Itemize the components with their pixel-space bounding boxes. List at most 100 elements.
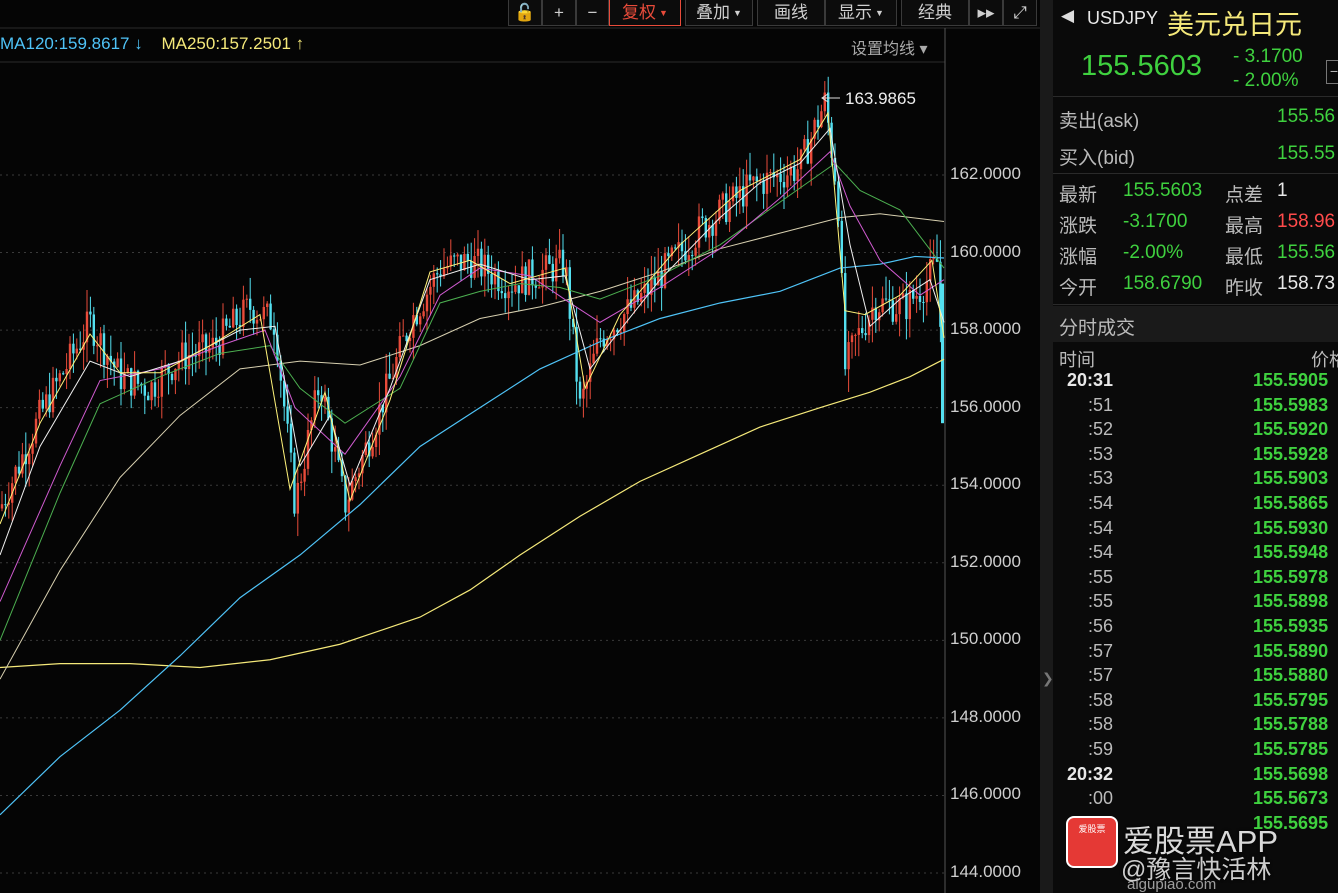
fullscreen-icon[interactable]: ⤢ <box>1003 0 1037 26</box>
candle-body <box>592 353 595 364</box>
chart-panel[interactable]: 163.9865 🔓 + − 复权 ▼ 叠加 ▼ 画线 显示 ▼ 经典 ▸▸ ⤢ MA120:159.8… <box>0 0 1040 893</box>
trades-header: 分时成交 <box>1053 306 1338 342</box>
candle-body <box>748 174 752 181</box>
collapse-arrow-icon[interactable]: ❯ <box>1042 670 1054 698</box>
trade-row: :52 155.5920 <box>1053 419 1338 443</box>
candle-body <box>786 175 789 188</box>
zoom-in-button[interactable]: + <box>542 0 576 26</box>
panel-splitter[interactable]: ❯ <box>1040 0 1054 893</box>
candle-body <box>861 328 864 334</box>
candle-body <box>153 382 157 397</box>
candle-body <box>170 373 174 381</box>
candle-body <box>735 186 738 198</box>
draw-line-button[interactable]: 画线 <box>757 0 825 26</box>
candle-body <box>922 301 925 303</box>
candle-body <box>793 166 796 181</box>
overlay-button[interactable]: 叠加 ▼ <box>685 0 753 26</box>
candle-body <box>490 273 493 285</box>
candle-body <box>55 377 58 382</box>
candle-body <box>245 298 248 300</box>
high-annotation: 163.9865 <box>845 89 916 108</box>
divider <box>1053 96 1338 97</box>
candle-body <box>89 311 92 315</box>
candle-body <box>514 285 517 292</box>
trade-price: 155.5983 <box>1253 394 1329 415</box>
trade-row: :56 155.5935 <box>1053 616 1338 640</box>
candle-body <box>72 343 75 354</box>
ma-settings-button[interactable]: 设置均线 ▾ <box>851 35 927 59</box>
candle-body <box>14 466 17 484</box>
candle-body <box>262 306 265 320</box>
trade-time: :57 <box>1087 665 1113 686</box>
watermark: 爱股票 爱股票APP @豫言快活林 aigupiao.com <box>1063 812 1338 893</box>
back-arrow-icon[interactable]: ◀ <box>1061 6 1074 26</box>
trade-price: 155.5673 <box>1253 788 1329 809</box>
zoom-in-button-label: + <box>554 3 564 22</box>
candle-body <box>466 253 469 261</box>
price-tick-label: 148.0000 <box>950 706 1021 726</box>
trade-time: :51 <box>1087 394 1113 415</box>
stat-label: 涨幅 <box>1059 247 1098 268</box>
candle-body <box>116 358 119 368</box>
candle-body <box>51 377 55 413</box>
price-tick-label: 150.0000 <box>950 629 1021 649</box>
fullscreen-icon-label: ⤢ <box>1013 3 1027 22</box>
stat-value: 1 <box>1277 180 1288 201</box>
kline-chart[interactable]: 163.9865 <box>0 0 1040 893</box>
adjust-button[interactable]: 复权 ▼ <box>609 0 681 26</box>
bid-label: 买入(bid) <box>1059 148 1136 169</box>
candle-body <box>667 253 670 257</box>
fast-forward-icon-label: ▸▸ <box>977 3 995 22</box>
lock-icon[interactable]: 🔓 <box>508 0 542 26</box>
price-tick-label: 144.0000 <box>950 862 1021 882</box>
divider <box>1053 304 1338 305</box>
candle-body <box>480 248 483 277</box>
caret-down-icon: ▼ <box>875 8 884 19</box>
candle-body <box>130 368 133 396</box>
display-button[interactable]: 显示 ▼ <box>825 0 897 26</box>
trade-price: 155.5698 <box>1253 763 1329 784</box>
trade-time: :55 <box>1087 566 1113 587</box>
candle-body <box>871 307 874 320</box>
candle-body <box>422 311 425 317</box>
candle-body <box>296 482 299 514</box>
ma20-line <box>0 150 945 602</box>
candle-body <box>623 314 626 332</box>
candle-body <box>28 453 31 465</box>
candle-body <box>694 247 697 256</box>
trade-time: :55 <box>1087 591 1113 612</box>
candle-body <box>558 249 561 259</box>
candle-body <box>895 314 898 322</box>
ma10-line <box>0 127 945 556</box>
candle-body <box>470 260 473 278</box>
collapse-icon[interactable]: − <box>1326 60 1338 84</box>
fast-forward-icon[interactable]: ▸▸ <box>969 0 1003 26</box>
candle-body <box>293 452 296 514</box>
price-tick-label: 160.0000 <box>950 241 1021 261</box>
candle-body <box>449 255 452 267</box>
logo-badge-text: 爱股票 <box>1078 824 1106 834</box>
classic-button[interactable]: 经典 <box>901 0 969 26</box>
trade-price: 155.5948 <box>1253 542 1329 563</box>
ma120-line <box>0 255 945 816</box>
candle-body <box>266 303 269 307</box>
candle-body <box>249 298 252 310</box>
candle-body <box>211 337 214 348</box>
trade-row: :53 155.5903 <box>1053 468 1338 492</box>
candle-body <box>527 259 531 295</box>
candle-body <box>544 255 548 270</box>
trade-row: :55 155.5978 <box>1053 567 1338 591</box>
trade-time: :53 <box>1087 468 1113 489</box>
candle-body <box>269 303 272 330</box>
candle-body <box>701 216 704 219</box>
candle-body <box>232 308 235 328</box>
candle-body <box>303 468 306 482</box>
zoom-out-button[interactable]: − <box>576 0 609 26</box>
divider <box>1053 173 1338 174</box>
candle-body <box>150 382 153 401</box>
candle-body <box>432 273 435 287</box>
candle-body <box>816 119 820 128</box>
price-tick-label: 162.0000 <box>950 164 1021 183</box>
candle-body <box>847 342 850 370</box>
candle-body <box>272 329 276 335</box>
